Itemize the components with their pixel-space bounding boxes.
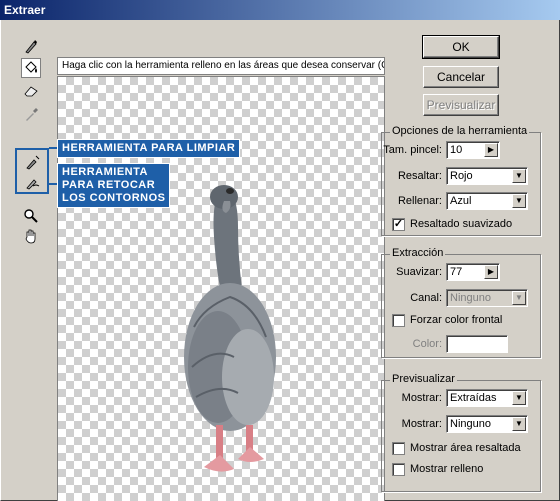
force-foreground-label: Forzar color frontal xyxy=(410,314,503,326)
smart-highlight-checkbox[interactable]: ✓ xyxy=(392,218,405,231)
smooth-value: 77 xyxy=(450,266,463,278)
window-title: Extraer xyxy=(0,0,560,20)
hand-icon[interactable] xyxy=(21,226,41,246)
chevron-down-icon[interactable]: ▼ xyxy=(512,391,526,405)
preview-button[interactable]: Previsualizar xyxy=(423,94,499,116)
show2-value: Ninguno xyxy=(450,418,491,430)
show2-label: Mostrar: xyxy=(401,418,442,430)
preview-group: Previsualizar Mostrar: Extraídas ▼ Mostr… xyxy=(381,373,541,492)
show-select[interactable]: Extraídas ▼ xyxy=(446,389,528,407)
fill-value: Azul xyxy=(450,195,472,207)
show2-select[interactable]: Ninguno ▼ xyxy=(446,415,528,433)
color-label: Color: xyxy=(412,338,442,350)
cleanup-tool-icon[interactable] xyxy=(22,152,42,172)
ok-button[interactable]: OK xyxy=(422,35,500,59)
show-fill-checkbox[interactable] xyxy=(392,463,405,476)
smooth-field[interactable]: 77 ▶ xyxy=(446,263,500,281)
tool-options-group: Opciones de la herramienta Tam. pincel: … xyxy=(381,125,541,236)
chevron-down-icon[interactable]: ▼ xyxy=(512,417,526,431)
highlight-label: Resaltar: xyxy=(397,170,442,182)
show-highlight-label: Mostrar área resaltada xyxy=(410,442,521,454)
eyedropper-icon[interactable] xyxy=(21,104,41,124)
show-label: Mostrar: xyxy=(401,392,442,404)
tool-options-title: Opciones de la herramienta xyxy=(390,125,530,137)
callout-connector xyxy=(49,147,57,149)
brush-size-field[interactable]: 10 ▶ xyxy=(446,141,500,159)
fill-select[interactable]: Azul ▼ xyxy=(446,192,528,210)
chevron-right-icon[interactable]: ▶ xyxy=(484,143,498,157)
hint-text: Haga clic con la herramienta relleno en … xyxy=(57,57,385,75)
fill-bucket-icon[interactable] xyxy=(21,58,41,78)
goose-image xyxy=(184,185,276,472)
smooth-label: Suavizar: xyxy=(396,266,442,278)
callout-touchup: HERRAMIENTA PARA RETOCAR LOS CONTORNOS xyxy=(57,163,171,208)
chevron-right-icon[interactable]: ▶ xyxy=(484,265,498,279)
zoom-icon[interactable] xyxy=(21,206,41,226)
show-highlight-checkbox[interactable] xyxy=(392,442,405,455)
brush-size-label: Tam. pincel: xyxy=(383,144,442,156)
channel-select[interactable]: Ninguno ▼ xyxy=(446,289,528,307)
channel-label: Canal: xyxy=(410,292,442,304)
brush-size-value: 10 xyxy=(450,144,463,156)
extraction-title: Extracción xyxy=(390,247,446,259)
color-swatch[interactable] xyxy=(446,335,508,353)
chevron-down-icon[interactable]: ▼ xyxy=(512,194,526,208)
edge-touchup-tool-icon[interactable] xyxy=(22,172,42,192)
chevron-down-icon[interactable]: ▼ xyxy=(512,291,526,305)
chevron-down-icon[interactable]: ▼ xyxy=(512,169,526,183)
callout-cleanup-text: HERRAMIENTA PARA LIMPIAR xyxy=(62,142,236,154)
cancel-button[interactable]: Cancelar xyxy=(423,66,499,88)
force-foreground-checkbox[interactable] xyxy=(392,314,405,327)
highlight-select[interactable]: Rojo ▼ xyxy=(446,167,528,185)
callout-connector xyxy=(49,183,57,185)
show-fill-label: Mostrar relleno xyxy=(410,463,484,475)
show-value: Extraídas xyxy=(450,392,497,404)
eraser-icon[interactable] xyxy=(21,80,41,100)
preview-title: Previsualizar xyxy=(390,373,457,385)
extract-dialog: Haga clic con la herramienta relleno en … xyxy=(0,20,560,501)
edge-highlighter-icon[interactable] xyxy=(21,36,41,56)
highlight-value: Rojo xyxy=(450,170,473,182)
callout-touchup-line: PARA RETOCAR xyxy=(62,179,156,191)
callout-touchup-line: LOS CONTORNOS xyxy=(62,192,166,204)
callout-touchup-line: HERRAMIENTA xyxy=(62,166,148,178)
callout-cleanup: HERRAMIENTA PARA LIMPIAR xyxy=(57,139,241,158)
fill-label: Rellenar: xyxy=(397,195,442,207)
smart-highlight-label: Resaltado suavizado xyxy=(410,218,513,230)
extraction-group: Extracción Suavizar: 77 ▶ Canal: Ninguno… xyxy=(381,247,541,358)
channel-value: Ninguno xyxy=(450,292,491,304)
